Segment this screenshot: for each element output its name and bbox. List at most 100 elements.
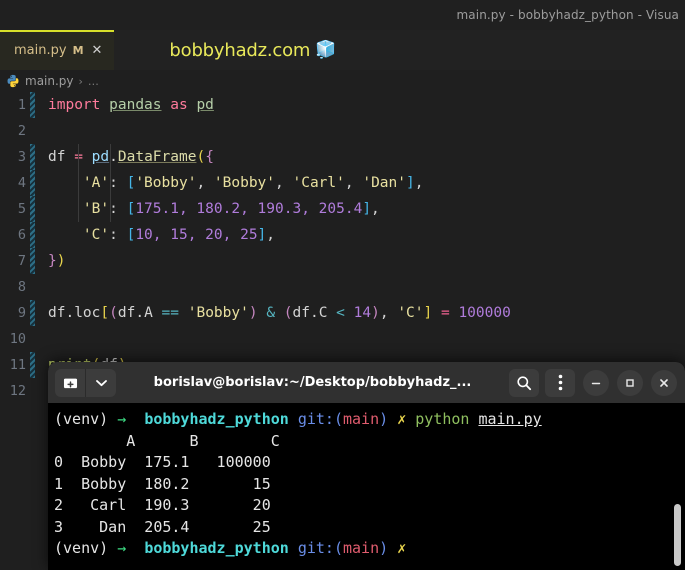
- git-modified-marker: [30, 352, 35, 378]
- token-key-a: 'A': [82, 175, 110, 191]
- window-titlebar: main.py - bobbyhadz_python - Visua: [0, 0, 685, 30]
- chevron-down-glyph: [95, 379, 107, 386]
- code-content: df = pd.DataFrame({: [48, 144, 214, 170]
- terminal-output[interactable]: (venv) → bobbyhadz_python git:(main) ✗ p…: [48, 403, 685, 570]
- token-value-3: 'Carl': [292, 175, 345, 191]
- token-as: as: [170, 97, 188, 113]
- maximize-icon: [626, 378, 634, 387]
- close-button[interactable]: [651, 369, 677, 396]
- new-terminal-icon[interactable]: [55, 368, 85, 397]
- git-modified-marker: [30, 144, 35, 170]
- token-bobby: 'Bobby': [187, 305, 249, 321]
- prompt-branch: main: [343, 410, 380, 428]
- terminal-window[interactable]: borislav@borislav:~/Desktop/bobbyhadz_..…: [48, 362, 685, 570]
- output-row: 3 Dan 205.4 25: [54, 517, 271, 536]
- gutter-blank: [30, 326, 35, 352]
- token-loc: loc: [74, 305, 101, 321]
- python-file-icon: [7, 74, 19, 88]
- line-number: 3: [17, 149, 26, 165]
- maximize-button[interactable]: [617, 369, 643, 396]
- line-number: 10: [9, 331, 26, 347]
- token-close-bracket: ]: [257, 227, 267, 243]
- token-value-4: 'Dan': [362, 175, 406, 191]
- prompt-git: git:(: [297, 410, 343, 428]
- prompt-dirty-icon: ✗: [397, 539, 407, 557]
- code-line-10: 10: [0, 326, 685, 352]
- search-icon[interactable]: [509, 368, 539, 397]
- token-close-bracket: ]: [362, 201, 372, 217]
- breadcrumb-file[interactable]: main.py: [25, 74, 74, 88]
- prompt-arrow-icon: →: [117, 539, 127, 557]
- indent-guide: [78, 144, 79, 222]
- code-line-1: 1 import pandas as pd: [0, 92, 685, 118]
- token-open-paren: (: [283, 305, 293, 321]
- code-line-8: 8: [0, 274, 685, 300]
- token-trailing-comma: ,: [414, 175, 424, 191]
- code-content: import pandas as pd: [48, 92, 214, 118]
- line-number: 7: [17, 253, 26, 269]
- token-close-paren: ): [248, 305, 258, 321]
- close-icon[interactable]: ✕: [92, 44, 103, 57]
- breadcrumb-ellipsis[interactable]: …: [88, 75, 99, 88]
- line-number: 8: [17, 279, 26, 295]
- tab-label: main.py: [14, 42, 67, 58]
- token-pandas: pandas: [109, 97, 162, 113]
- token-open-paren: (: [109, 305, 118, 321]
- code-line-4: 4 'A': ['Bobby', 'Bobby', 'Carl', 'Dan']…: [0, 170, 685, 196]
- prompt-venv: (venv): [54, 539, 109, 557]
- token-value-2: 'Bobby': [213, 175, 276, 191]
- minimize-button[interactable]: [583, 369, 609, 396]
- git-modified-marker: [30, 92, 35, 118]
- code-line-6: 6 'C': [10, 15, 20, 25],: [0, 222, 685, 248]
- minimize-icon: [591, 382, 601, 384]
- kebab-menu-glyph: [558, 374, 562, 391]
- window-title: main.py - bobbyhadz_python - Visua: [456, 8, 679, 22]
- token-comma: ,: [379, 305, 398, 321]
- editor-tabbar: main.py M ✕ bobbyhadz.com 🧊: [0, 30, 685, 70]
- token-close-paren: ): [371, 305, 380, 321]
- code-content: 'A': ['Bobby', 'Bobby', 'Carl', 'Dan'],: [48, 170, 424, 196]
- line-number: 12: [9, 383, 26, 399]
- token-key-c: 'C': [82, 227, 110, 243]
- terminal-titlebar: borislav@borislav:~/Desktop/bobbyhadz_..…: [48, 362, 685, 403]
- output-header: A B C: [54, 431, 280, 450]
- token-assign: =: [440, 305, 450, 321]
- terminal-scrollbar[interactable]: [674, 504, 681, 566]
- token-open-paren: (: [196, 149, 206, 165]
- line-number: 6: [17, 227, 26, 243]
- code-content: 'B': [175.1, 180.2, 190.3, 205.4],: [48, 196, 380, 222]
- token-df: df: [48, 149, 66, 165]
- token-pd: pd: [196, 97, 214, 113]
- prompt-arrow-icon: →: [117, 410, 127, 428]
- git-modified-marker: [30, 300, 35, 326]
- tab-main-py[interactable]: main.py M ✕: [0, 30, 115, 70]
- token-close-paren: ): [56, 253, 66, 269]
- chevron-down-icon[interactable]: [85, 368, 116, 397]
- breadcrumb: main.py › …: [0, 70, 685, 92]
- token-dataframe: DataFrame: [117, 149, 197, 165]
- command-program: python: [415, 410, 470, 428]
- close-icon: [660, 378, 668, 387]
- token-dot: .: [65, 305, 75, 321]
- token-trailing-comma: ,: [371, 201, 380, 217]
- line-number: 11: [9, 357, 26, 373]
- new-terminal-glyph: [63, 378, 77, 388]
- indent-guide-2: [110, 144, 111, 222]
- prompt-dir: bobbyhadz_python: [144, 539, 289, 557]
- git-modified-marker: [30, 222, 35, 248]
- output-row: 2 Carl 190.3 20: [54, 496, 271, 514]
- output-row: 1 Bobby 180.2 15: [54, 474, 271, 493]
- token-numbers-b: 175.1, 180.2, 190.3, 205.4: [135, 201, 363, 217]
- token-close-bracket: ]: [423, 305, 433, 321]
- git-modified-marker: [30, 170, 35, 196]
- line-number: 9: [17, 305, 26, 321]
- token-14: 14: [353, 305, 372, 321]
- gutter-blank: [30, 118, 35, 144]
- code-line-2: 2: [0, 118, 685, 144]
- prompt-git: git:(: [297, 539, 343, 557]
- token-open-bracket: [: [100, 305, 110, 321]
- code-content: }): [48, 248, 65, 274]
- token-df-c: df.C: [292, 305, 328, 321]
- menu-icon[interactable]: [545, 368, 575, 397]
- token-col-c: 'C': [397, 305, 424, 321]
